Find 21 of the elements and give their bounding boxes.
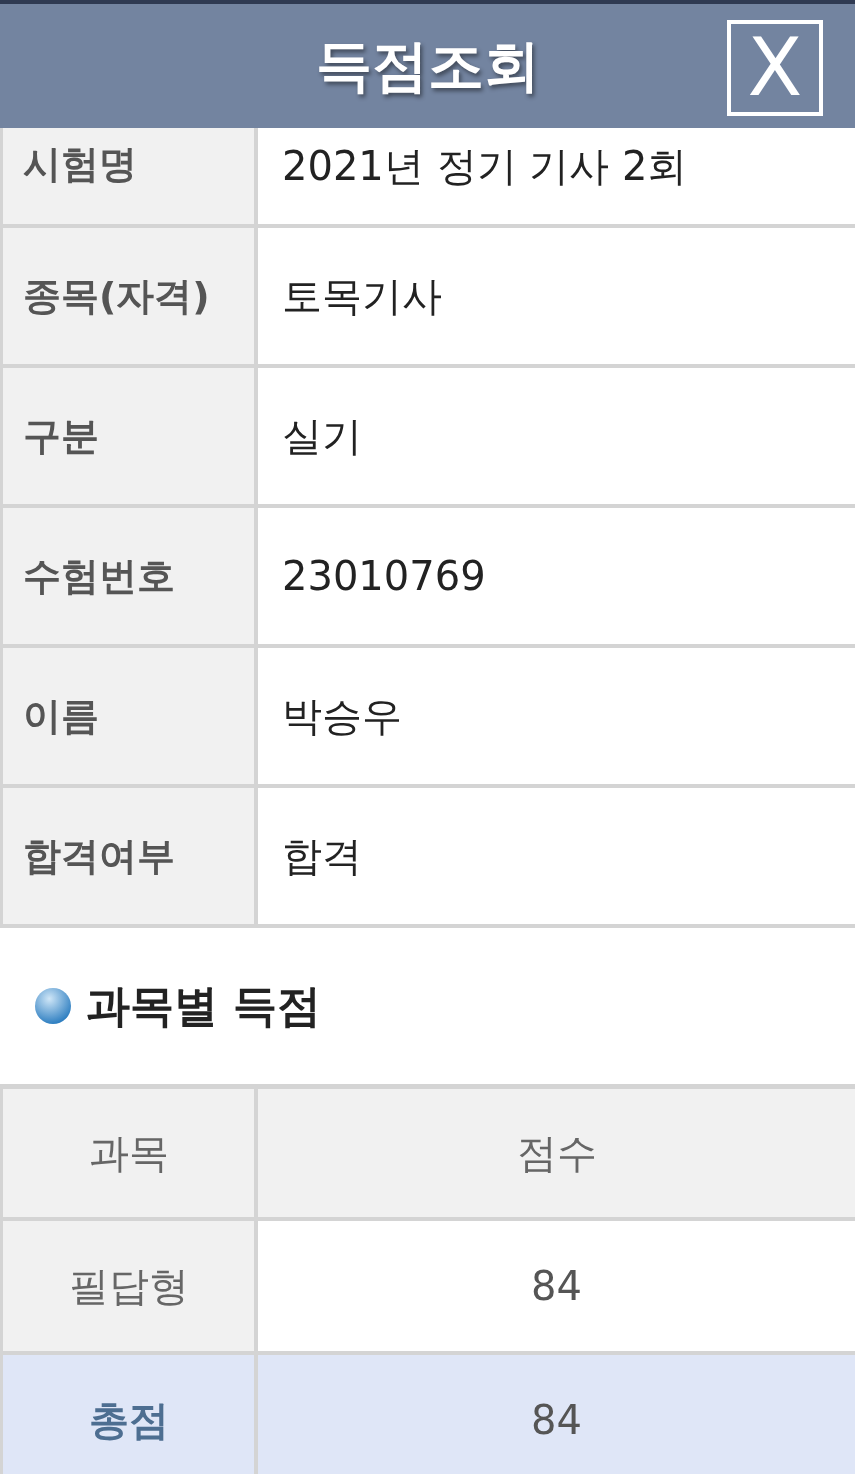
page-title: 득점조회 <box>315 32 540 100</box>
field-value: 토목기사 <box>258 228 855 368</box>
column-header: 과목 <box>0 1089 258 1221</box>
field-label: 시험명 <box>0 128 258 228</box>
field-value: 박승우 <box>258 648 855 788</box>
field-label: 수험번호 <box>0 508 258 648</box>
field-label: 종목(자격) <box>0 228 258 368</box>
column-header: 점수 <box>258 1089 855 1221</box>
field-value: 합격 <box>258 788 855 928</box>
field-value: 23010769 <box>258 508 855 648</box>
section-title: 과목별 득점 <box>86 979 322 1033</box>
close-button[interactable]: X <box>727 20 823 116</box>
table-cell: 84 <box>258 1355 855 1474</box>
field-label: 합격여부 <box>0 788 258 928</box>
field-value: 실기 <box>258 368 855 508</box>
table-cell: 총점 <box>0 1355 258 1474</box>
field-label: 구분 <box>0 368 258 508</box>
table-cell: 필답형 <box>0 1221 258 1355</box>
bullet-icon <box>34 987 72 1025</box>
field-value: 2021년 정기 기사 2회 <box>258 128 855 228</box>
field-label: 이름 <box>0 648 258 788</box>
